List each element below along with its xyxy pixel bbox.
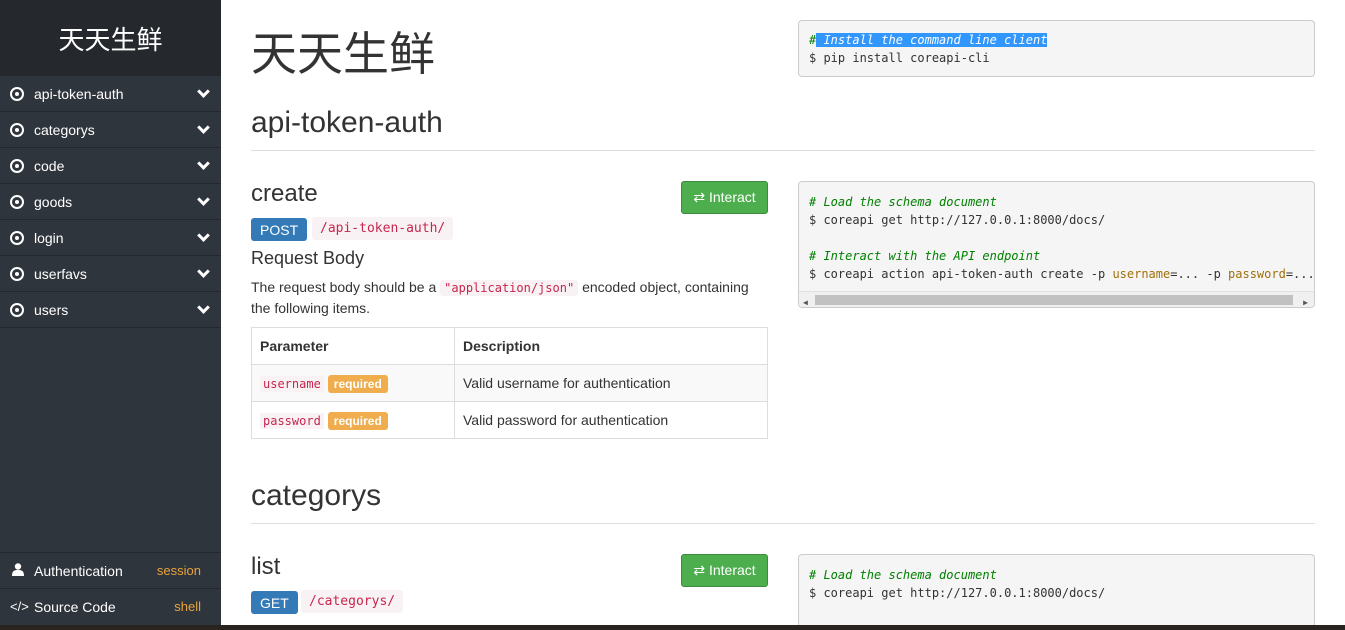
sidebar-item-users[interactable]: users bbox=[0, 292, 221, 328]
table-cell: Valid username for authentication bbox=[454, 364, 768, 402]
source-code-item[interactable]: </> Source Code shell bbox=[0, 588, 221, 624]
scrollbar-thumb[interactable] bbox=[815, 295, 1293, 305]
target-icon bbox=[10, 266, 24, 281]
scroll-left-icon[interactable]: ◀ bbox=[803, 294, 808, 307]
parameters-table: Parameter Description username required V… bbox=[251, 327, 768, 439]
main-content: 天天生鲜 # Install the command line client $… bbox=[251, 0, 1315, 630]
sidebar-item-goods[interactable]: goods bbox=[0, 184, 221, 220]
user-icon bbox=[10, 562, 26, 579]
endpoint-path: /categorys/ bbox=[301, 590, 404, 613]
endpoint-title: create bbox=[251, 180, 318, 207]
endpoint-path: /api-token-auth/ bbox=[312, 217, 454, 240]
table-row: password required Valid password for auth… bbox=[251, 401, 768, 439]
table-header: Parameter bbox=[251, 327, 455, 365]
code-line: $ coreapi get http://127.0.0.1:8000/docs… bbox=[809, 213, 1106, 227]
sidebar-item-categorys[interactable]: categorys bbox=[0, 112, 221, 148]
chevron-down-icon bbox=[197, 156, 210, 170]
table-cell: Valid password for authentication bbox=[454, 401, 768, 439]
required-badge: required bbox=[327, 412, 388, 430]
sidebar-item-api-token-auth[interactable]: api-token-auth bbox=[0, 76, 221, 112]
authentication-value[interactable]: session bbox=[157, 563, 201, 578]
table-cell: username required bbox=[251, 364, 455, 402]
source-code-label: Source Code bbox=[34, 598, 116, 615]
request-body-title: Request Body bbox=[251, 248, 365, 268]
chevron-down-icon bbox=[197, 264, 210, 278]
interact-button[interactable]: ⇄ Interact bbox=[681, 181, 768, 214]
code-line: =... -p bbox=[1170, 267, 1229, 281]
sidebar-item-label: login bbox=[34, 229, 64, 246]
code-comment: # Load the schema document bbox=[809, 568, 997, 582]
sidebar: 天天生鲜 api-token-auth categorys code goods… bbox=[0, 0, 221, 630]
chevron-down-icon bbox=[197, 192, 210, 206]
code-line: $ coreapi get http://127.0.0.1:8000/docs… bbox=[809, 586, 1106, 600]
target-icon bbox=[10, 122, 24, 137]
install-comment: Install the command line client bbox=[816, 33, 1048, 47]
example-code-block[interactable]: # Load the schema document $ coreapi get… bbox=[798, 181, 1315, 308]
method-badge: GET bbox=[251, 591, 298, 614]
code-line: $ coreapi action api-token-auth create -… bbox=[809, 267, 1113, 281]
code-line: =... bbox=[1285, 267, 1315, 281]
divider bbox=[251, 523, 1315, 524]
code-param: password bbox=[1228, 267, 1286, 281]
target-icon bbox=[10, 230, 24, 245]
sidebar-item-userfavs[interactable]: userfavs bbox=[0, 256, 221, 292]
sidebar-item-login[interactable]: login bbox=[0, 220, 221, 256]
code-param: username bbox=[1112, 267, 1171, 281]
interact-button[interactable]: ⇄ Interact bbox=[681, 554, 768, 587]
code-comment: # Load the schema document bbox=[809, 195, 997, 209]
scroll-right-icon[interactable]: ▶ bbox=[1303, 294, 1308, 307]
brand-title[interactable]: 天天生鲜 bbox=[0, 0, 221, 76]
sidebar-item-label: userfavs bbox=[34, 265, 87, 282]
sidebar-item-label: categorys bbox=[34, 121, 95, 138]
method-badge: POST bbox=[251, 218, 308, 241]
desc-text: The request body should be a bbox=[251, 279, 441, 295]
target-icon bbox=[10, 86, 24, 101]
table-row: username required Valid username for auth… bbox=[251, 364, 768, 402]
sidebar-item-label: code bbox=[34, 157, 65, 174]
request-body-description: The request body should be a "applicatio… bbox=[251, 277, 771, 318]
target-icon bbox=[10, 158, 24, 173]
param-name: password bbox=[260, 413, 324, 429]
divider bbox=[251, 150, 1315, 151]
table-cell: password required bbox=[251, 401, 455, 439]
source-code-value[interactable]: shell bbox=[174, 599, 201, 614]
target-icon bbox=[10, 302, 24, 317]
example-code-block[interactable]: # Load the schema document $ coreapi get… bbox=[798, 554, 1315, 630]
content-type-code: "application/json" bbox=[440, 280, 579, 296]
required-badge: required bbox=[327, 375, 388, 393]
horizontal-scrollbar[interactable]: ◀ ▶ bbox=[799, 291, 1314, 307]
page-title: 天天生鲜 bbox=[251, 27, 435, 81]
chevron-down-icon bbox=[197, 84, 210, 98]
chevron-down-icon bbox=[197, 300, 210, 314]
install-command: $ pip install coreapi-cli bbox=[809, 51, 990, 65]
endpoint-title: list bbox=[251, 553, 281, 580]
section-title: api-token-auth bbox=[251, 106, 443, 139]
param-name: username bbox=[260, 376, 324, 392]
authentication-label: Authentication bbox=[34, 562, 123, 579]
code-comment: # Interact with the API endpoint bbox=[809, 249, 1041, 263]
sidebar-item-code[interactable]: code bbox=[0, 148, 221, 184]
sidebar-item-label: users bbox=[34, 301, 69, 318]
target-icon bbox=[10, 194, 24, 209]
section-title: categorys bbox=[251, 479, 382, 512]
table-header: Description bbox=[454, 327, 768, 365]
authentication-item[interactable]: Authentication session bbox=[0, 552, 221, 588]
install-code-block: # Install the command line client $ pip … bbox=[798, 20, 1315, 77]
sidebar-item-label: goods bbox=[34, 193, 73, 210]
chevron-down-icon bbox=[197, 228, 210, 242]
chevron-down-icon bbox=[197, 120, 210, 134]
taskbar-strip bbox=[0, 625, 1345, 630]
sidebar-item-label: api-token-auth bbox=[34, 85, 124, 102]
code-icon: </> bbox=[10, 599, 29, 614]
